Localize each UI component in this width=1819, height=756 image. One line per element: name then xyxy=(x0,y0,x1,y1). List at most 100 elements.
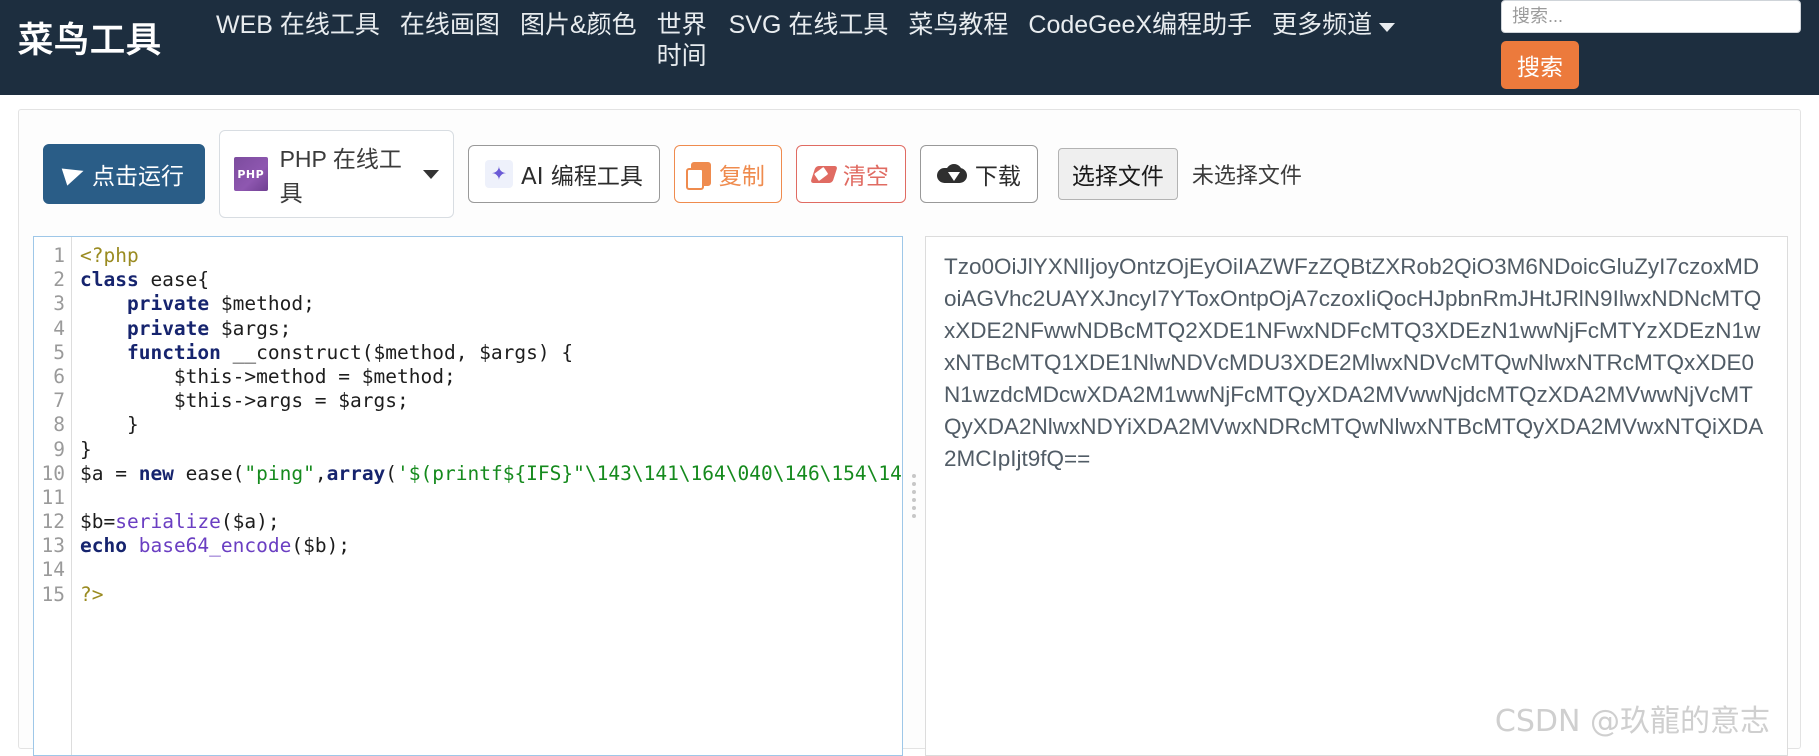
code-token: base64_encode xyxy=(138,534,292,558)
drag-dots-icon xyxy=(912,474,916,518)
pane-resize-handle[interactable] xyxy=(903,236,925,756)
nav-link-codegeex[interactable]: CodeGeeX编程助手 xyxy=(1018,6,1262,45)
page-body: 点击运行 PHP PHP 在线工具 ✦ AI 编程工具 复制 清空 下载 选择文… xyxy=(0,95,1819,756)
line-number: 13 xyxy=(41,534,65,558)
code-token: $this->args = $args; xyxy=(80,389,409,413)
code-line: ?> xyxy=(80,583,902,607)
code-token: __construct($method, $args) { xyxy=(220,340,574,364)
nav-link-draw[interactable]: 在线画图 xyxy=(390,6,510,45)
search-button[interactable]: 搜索 xyxy=(1501,41,1579,89)
nav-link-image-color[interactable]: 图片&颜色 xyxy=(510,6,647,45)
run-button[interactable]: 点击运行 xyxy=(43,144,205,204)
code-line: } xyxy=(80,413,902,437)
code-line: function __construct($method, $args) { xyxy=(80,341,902,365)
code-token: ($a); xyxy=(220,510,280,534)
eraser-icon xyxy=(810,165,838,183)
code-token: array xyxy=(326,461,386,485)
tool-card: 点击运行 PHP PHP 在线工具 ✦ AI 编程工具 复制 清空 下载 选择文… xyxy=(18,109,1801,756)
copy-label: 复制 xyxy=(718,164,765,190)
run-button-label: 点击运行 xyxy=(92,164,184,190)
clear-button[interactable]: 清空 xyxy=(795,145,906,203)
ai-sparkle-icon: ✦ xyxy=(485,160,513,188)
editor-toolbar: 点击运行 PHP PHP 在线工具 ✦ AI 编程工具 复制 清空 下载 选择文… xyxy=(19,110,1800,236)
code-line: private $method; xyxy=(80,292,902,316)
code-token: <?php xyxy=(80,244,139,267)
chevron-down-icon xyxy=(1379,23,1396,33)
code-line: $b=serialize($a); xyxy=(80,510,902,534)
nav-link-tutorial[interactable]: 菜鸟教程 xyxy=(898,6,1018,45)
search-input[interactable] xyxy=(1501,0,1801,33)
code-token: ($b); xyxy=(291,534,351,558)
code-line: <?php xyxy=(80,244,902,268)
code-token: , xyxy=(314,461,327,485)
line-number: 5 xyxy=(53,340,65,364)
line-number: 10 xyxy=(41,461,65,485)
language-select[interactable]: PHP PHP 在线工具 xyxy=(219,130,454,218)
language-select-value-group: PHP PHP 在线工具 xyxy=(234,140,423,208)
clear-label: 清空 xyxy=(842,164,889,190)
line-number: 8 xyxy=(53,413,65,437)
code-token: ?> xyxy=(80,582,104,606)
line-number: 2 xyxy=(53,268,65,292)
nav-link-more-channels[interactable]: 更多频道 xyxy=(1262,6,1405,45)
copy-icon xyxy=(685,162,711,190)
code-token: private xyxy=(126,316,210,340)
brand-logo[interactable]: 菜鸟工具 xyxy=(0,0,162,63)
php-logo-icon: PHP xyxy=(234,157,268,191)
code-token: class xyxy=(80,268,139,292)
choose-file-button[interactable]: 选择文件 xyxy=(1057,148,1178,200)
line-number: 3 xyxy=(53,292,65,316)
cloud-download-icon xyxy=(936,163,967,185)
ai-tools-button[interactable]: ✦ AI 编程工具 xyxy=(468,145,660,203)
code-token: ease{ xyxy=(138,268,210,292)
line-number: 15 xyxy=(41,582,65,606)
code-content[interactable]: <?php class ease{ private $method; privat… xyxy=(72,237,902,755)
output-panel: Tzo0OiJlYXNlIjoyOntzOjEyOiIAZWFzZQBtZXRo… xyxy=(925,236,1788,756)
search-area: 搜索 xyxy=(1501,0,1801,89)
code-token: echo xyxy=(80,534,127,558)
ai-tools-label: AI 编程工具 xyxy=(521,164,643,190)
nav-link-svg-tools[interactable]: SVG 在线工具 xyxy=(719,6,899,45)
code-token: } xyxy=(80,437,92,461)
navbar: 菜鸟工具 WEB 在线工具 在线画图 图片&颜色 世界时间 SVG 在线工具 菜… xyxy=(0,0,1819,95)
line-number: 9 xyxy=(53,437,65,461)
code-token: '$(printf${IFS}"\143\141\164\040\146\154… xyxy=(397,461,902,485)
language-select-value: PHP 在线工具 xyxy=(279,146,402,206)
copy-button[interactable]: 复制 xyxy=(673,145,782,203)
file-status-text: 未选择文件 xyxy=(1191,164,1302,189)
nav-link-web-tools[interactable]: WEB 在线工具 xyxy=(206,6,390,45)
download-button[interactable]: 下载 xyxy=(919,145,1038,203)
line-number: 14 xyxy=(41,558,65,582)
code-token: function xyxy=(126,340,221,364)
code-token: } xyxy=(80,413,139,437)
code-line: echo base64_encode($b); xyxy=(80,534,902,558)
nav-link-world-time[interactable]: 世界时间 xyxy=(647,6,719,77)
line-number: 7 xyxy=(53,389,65,413)
code-token: $a = xyxy=(80,461,139,485)
line-number: 12 xyxy=(41,510,65,534)
line-number: 4 xyxy=(53,316,65,340)
code-line: $this->method = $method; xyxy=(80,365,902,389)
file-picker: 选择文件 未选择文件 xyxy=(1057,148,1302,200)
code-token: "ping" xyxy=(244,461,315,485)
code-token: $this->method = $method; xyxy=(80,364,456,388)
line-number-gutter: 1 2 3 4 5 6 7 8 9 10 11 12 13 14 15 xyxy=(34,237,72,755)
code-token: ( xyxy=(385,461,398,485)
line-number: 11 xyxy=(41,485,65,509)
code-token: $b= xyxy=(80,510,116,534)
line-number: 1 xyxy=(53,244,65,267)
chevron-down-icon xyxy=(423,169,439,179)
code-line: $this->args = $args; xyxy=(80,389,902,413)
editor-panes: 1 2 3 4 5 6 7 8 9 10 11 12 13 14 15 <?php class ease{ p… xyxy=(19,236,1800,756)
code-token: $args; xyxy=(209,316,292,340)
code-editor[interactable]: 1 2 3 4 5 6 7 8 9 10 11 12 13 14 15 <?php class ease{ p… xyxy=(33,236,903,756)
code-line: } xyxy=(80,438,902,462)
send-plane-icon xyxy=(61,162,87,186)
code-token: ease( xyxy=(173,461,245,485)
download-label: 下载 xyxy=(974,164,1021,190)
